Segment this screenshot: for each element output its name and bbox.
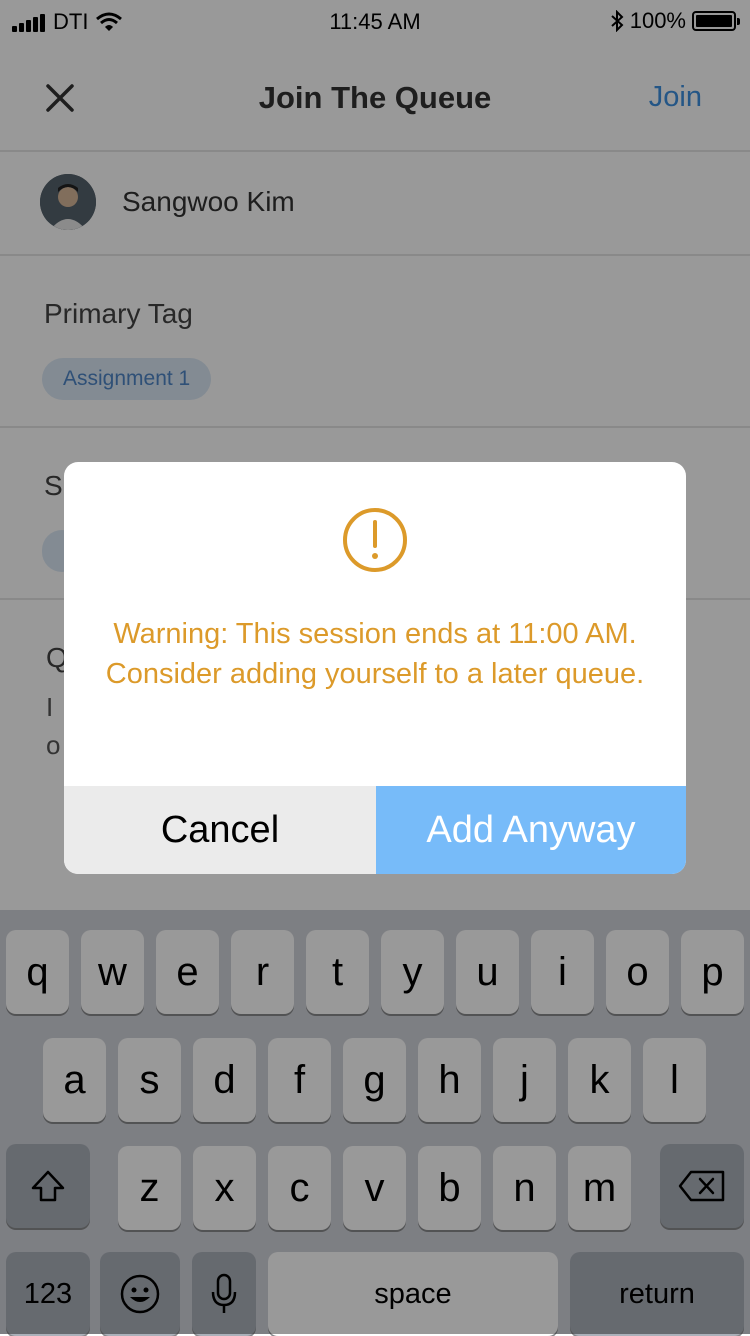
warning-dialog: Warning: This session ends at 11:00 AM. … bbox=[64, 462, 686, 874]
cancel-button[interactable]: Cancel bbox=[64, 786, 376, 874]
warning-icon bbox=[343, 508, 407, 572]
warning-message: Warning: This session ends at 11:00 AM. … bbox=[105, 618, 645, 690]
join-queue-screen: DTI 11:45 AM 100% Join The Queue Join Sa… bbox=[0, 0, 750, 1336]
add-anyway-button[interactable]: Add Anyway bbox=[376, 786, 686, 874]
